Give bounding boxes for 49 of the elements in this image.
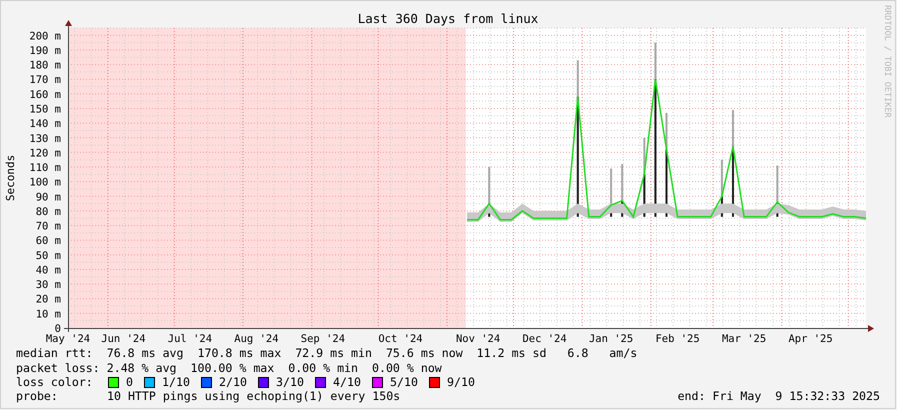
y-tick-label: 120 m <box>29 147 61 160</box>
loss-color-value: 2/10 <box>219 375 247 389</box>
loss-color-value: 1/10 <box>162 375 190 389</box>
x-tick-label: Dec '24 <box>522 333 567 345</box>
y-tick-label: 40 m <box>36 264 61 276</box>
y-tick-label: 170 m <box>29 74 61 86</box>
x-tick-label: Aug '24 <box>234 333 279 345</box>
y-tick-label: 70 m <box>36 220 61 233</box>
end-time: end: Fri May 9 15:32:33 2025 <box>678 389 880 403</box>
y-tick-label: 200 m <box>29 30 61 42</box>
y-axis-label: Seconds <box>4 154 17 202</box>
y-tick-label: 50 m <box>36 250 61 262</box>
x-tick-label: Jan '25 <box>588 333 634 345</box>
y-tick-label: 160 m <box>29 88 61 101</box>
loss-color-value: 9/10 <box>447 375 475 389</box>
y-tick-label: 10 m <box>36 308 61 320</box>
x-tick-label: May '24 <box>46 333 90 345</box>
x-tick-label: Feb '25 <box>655 333 700 345</box>
x-tick-label: Nov '24 <box>456 333 500 345</box>
packet-loss-stats: packet loss: 2.48 % avg 100.00 % max 0.00 % min 0.00 % now <box>16 361 442 375</box>
y-tick-label: 80 m <box>36 206 61 218</box>
x-tick-label: Mar '25 <box>722 333 766 345</box>
y-tick-label: 190 m <box>29 44 61 57</box>
graph-title: Last 360 Days from linux <box>358 11 538 26</box>
probe-description: 10 HTTP pings using echoping(1) every 150s <box>107 389 400 403</box>
y-tick-label: 90 m <box>36 191 61 204</box>
x-tick-label: Jun '24 <box>101 333 146 345</box>
probe-label: probe: <box>16 389 58 403</box>
y-tick-label: 100 m <box>29 176 61 189</box>
y-tick-label: 110 m <box>29 162 61 174</box>
y-tick-label: 150 m <box>29 104 61 116</box>
y-tick-label: 60 m <box>36 235 61 248</box>
y-tick-label: 180 m <box>29 60 61 72</box>
loss-color-value: 0 <box>126 375 133 389</box>
y-tick-label: 130 m <box>29 132 61 145</box>
x-tick-label: Apr '25 <box>788 333 833 345</box>
loss-color-value: 3/10 <box>276 375 304 389</box>
y-tick-label: 20 m <box>36 294 61 306</box>
x-tick-label: Jul '24 <box>168 333 212 345</box>
loss-color-value: 5/10 <box>390 375 418 389</box>
y-tick-label: 0 <box>54 323 61 335</box>
x-tick-label: Oct '24 <box>378 333 423 345</box>
loss-color-label: loss color: <box>16 375 93 389</box>
watermark-text: RRDTOOL / TOBI OETIKER <box>882 5 892 118</box>
y-tick-label: 30 m <box>36 279 61 292</box>
median-rtt-stats: median rtt: 76.8 ms avg 170.8 ms max 72.9 ms min 75.6 ms now 11.2 ms sd 6.8 am/s <box>16 346 638 360</box>
x-tick-label: Sep '24 <box>300 333 346 345</box>
loss-color-value: 4/10 <box>333 375 361 389</box>
y-tick-label: 140 m <box>29 118 61 130</box>
